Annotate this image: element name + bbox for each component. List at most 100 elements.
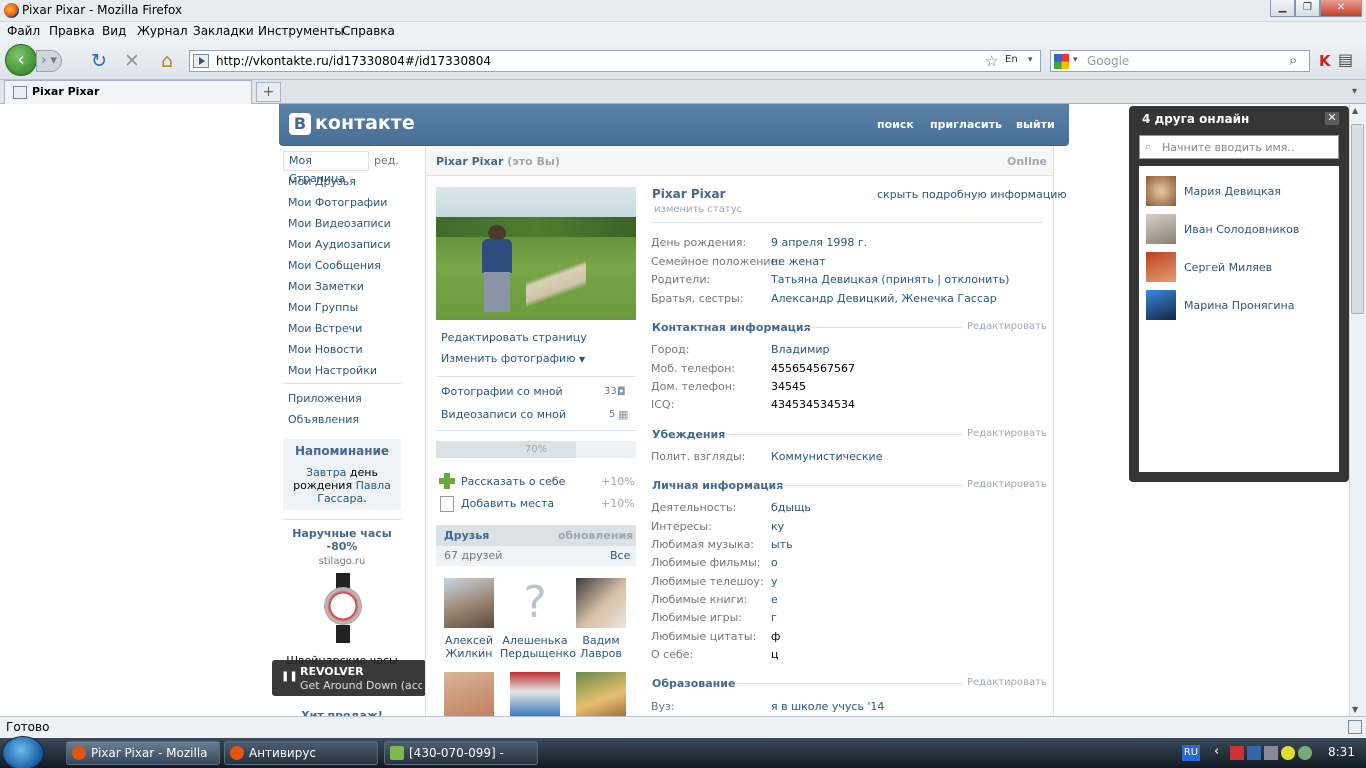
beliefs-edit-link[interactable]: Редактировать — [967, 428, 1047, 439]
url-dropdown-icon[interactable]: ▾ — [1028, 55, 1033, 65]
sidebar-item-photos[interactable]: Мои Фотографии — [283, 196, 387, 209]
sidebar-item-news[interactable]: Мои Новости — [283, 343, 363, 356]
sidebar-my-page[interactable]: Моя Страница — [283, 151, 369, 185]
vk-logo-text[interactable]: контакте — [315, 112, 415, 134]
logout-link[interactable]: выйти — [1016, 118, 1055, 131]
music-value[interactable]: ыть — [771, 538, 793, 551]
friend-avatar[interactable] — [510, 672, 560, 716]
close-icon[interactable]: ✕ — [1325, 112, 1339, 125]
online-friend-name[interactable]: Мария Девицкая — [1184, 185, 1281, 198]
sidebar-item-groups[interactable]: Мои Группы — [283, 301, 358, 314]
friend-avatar[interactable] — [1146, 252, 1176, 282]
contact-edit-link[interactable]: Редактировать — [967, 321, 1047, 332]
search-box[interactable]: ▾ Google ⌕ — [1050, 50, 1310, 72]
friend-avatar[interactable] — [1146, 214, 1176, 244]
activity-value[interactable]: бдыщь — [771, 501, 811, 514]
sidebar-item-settings[interactable]: Мои Настройки — [283, 364, 377, 377]
search-link[interactable]: поиск — [877, 118, 914, 131]
reminder-person-link[interactable]: Павла — [356, 479, 391, 492]
taskbar-item-window[interactable]: [430-070-099] - Окн... — [384, 741, 538, 765]
minimize-button[interactable]: ▁ — [1270, 0, 1295, 17]
menu-file[interactable]: Файл — [7, 24, 40, 38]
audio-player[interactable]: ❚❚ REVOLVER Get Around Down (aco... — [272, 660, 426, 696]
reminder-person-link-2[interactable]: Гассара — [317, 492, 363, 505]
taskbar-item-firefox[interactable]: Pixar Pixar - Mozilla Fi... — [66, 741, 220, 765]
maximize-button[interactable]: ❐ — [1295, 0, 1320, 17]
education-edit-link[interactable]: Редактировать — [967, 677, 1047, 688]
addon-status-icon[interactable] — [1348, 720, 1362, 734]
university-value[interactable]: я в школе учусь '14 — [771, 700, 884, 713]
sidebar-item-notes[interactable]: Мои Заметки — [283, 280, 364, 293]
ad-title[interactable]: Наручные часы -80% — [283, 527, 401, 553]
tray-icon[interactable] — [1247, 746, 1261, 760]
menu-edit[interactable]: Правка — [49, 24, 95, 38]
friend-avatar[interactable] — [1146, 290, 1176, 320]
friend-avatar[interactable] — [444, 578, 494, 628]
tell-about-link[interactable]: Рассказать о себе — [461, 475, 565, 488]
sidebar-item-audio[interactable]: Мои Аудиозаписи — [283, 238, 391, 251]
videos-with-me-link[interactable]: Видеозаписи со мной — [441, 408, 566, 421]
sidebar-item-apps[interactable]: Приложения — [283, 392, 362, 405]
parent-accept-decline[interactable]: (принять | отклонить) — [878, 273, 1009, 286]
online-friend-name[interactable]: Сергей Миляев — [1184, 261, 1272, 274]
friend-avatar[interactable] — [576, 672, 626, 716]
birthday-value[interactable]: 9 апреля 1998 г. — [771, 236, 867, 249]
movies-value[interactable]: о — [771, 556, 778, 569]
menu-bookmarks[interactable]: Закладки — [193, 24, 254, 38]
home-icon[interactable]: ⌂ — [156, 50, 178, 72]
friend-avatar[interactable] — [576, 578, 626, 628]
new-tab-button[interactable]: + — [256, 82, 281, 102]
language-indicator[interactable]: RU — [1182, 745, 1200, 761]
change-status-link[interactable]: изменить статус — [654, 204, 742, 215]
siblings-value[interactable]: Александр Девицкий, Женечка Гассар — [771, 292, 997, 305]
back-button[interactable]: ‹ — [5, 44, 37, 76]
sidebar-item-videos[interactable]: Мои Видеозаписи — [283, 217, 391, 230]
menu-history[interactable]: Журнал — [137, 24, 188, 38]
invite-link[interactable]: пригласить — [930, 118, 1002, 131]
parents-value[interactable]: Татьяна Девицкая (принять | отклонить) — [771, 273, 1009, 286]
interests-value[interactable]: ку — [771, 520, 784, 533]
addon-k-icon[interactable]: K — [1319, 52, 1331, 70]
political-views-value[interactable]: Коммунистические — [771, 450, 882, 463]
start-button[interactable] — [2, 736, 44, 768]
scroll-up-icon[interactable]: ▲ — [1352, 106, 1358, 115]
relationship-value[interactable]: не женат — [771, 255, 825, 268]
online-friend-name[interactable]: Марина Пронягина — [1184, 299, 1294, 312]
photos-with-me-link[interactable]: Фотографии со мной — [441, 385, 563, 398]
reload-icon[interactable]: ↻ — [88, 50, 110, 72]
friend-name-link[interactable]: Алексей Жилкин — [434, 634, 504, 660]
tab-pixar[interactable]: Pixar Pixar — [4, 80, 252, 104]
tray-icon[interactable] — [1230, 746, 1244, 760]
scrollbar-thumb[interactable] — [1351, 124, 1364, 314]
reminder-tomorrow-link[interactable]: Завтра — [306, 466, 346, 479]
addon-icon[interactable]: ▤ — [1338, 50, 1353, 69]
tray-icon[interactable] — [1281, 746, 1295, 760]
sidebar-item-friends[interactable]: Мои Друзья — [283, 175, 356, 188]
search-icon[interactable]: ⌕ — [1289, 51, 1297, 69]
close-window-button[interactable]: ✕ — [1320, 0, 1362, 17]
menu-help[interactable]: Справка — [342, 24, 395, 38]
search-engine-dropdown-icon[interactable]: ▾ — [1073, 55, 1078, 65]
tray-icon[interactable] — [1298, 746, 1312, 760]
menu-view[interactable]: Вид — [102, 24, 126, 38]
ad2-title[interactable]: Хит продаж! — [283, 709, 401, 716]
scroll-down-icon[interactable]: ▼ — [1352, 705, 1358, 714]
sidebar-item-ads[interactable]: Объявления — [283, 413, 359, 426]
sidebar-item-messages[interactable]: Мои Сообщения — [283, 259, 381, 272]
bookmark-star-icon[interactable]: ☆ — [985, 52, 998, 70]
menu-tools[interactable]: Инструменты — [258, 24, 344, 38]
clock[interactable]: 8:31 — [1328, 745, 1355, 759]
vk-logo-icon[interactable]: B — [289, 113, 311, 135]
online-friend-name[interactable]: Иван Солодовников — [1184, 223, 1299, 236]
tray-expand-icon[interactable]: ‹ — [1214, 744, 1219, 759]
friend-name-link[interactable]: Вадим Лавров — [566, 634, 636, 660]
language-icon[interactable]: En — [1005, 54, 1018, 65]
friend-avatar[interactable] — [1146, 176, 1176, 206]
friends-title[interactable]: Друзья — [444, 529, 489, 542]
url-bar[interactable]: http://vkontakte.ru/id17330804#/id173308… — [189, 50, 1041, 72]
google-icon[interactable] — [1054, 54, 1069, 69]
personal-edit-link[interactable]: Редактировать — [967, 479, 1047, 490]
books-value[interactable]: е — [771, 593, 778, 606]
friend-search-input[interactable]: ⌕ Начните вводить имя.. — [1139, 135, 1339, 159]
stop-icon[interactable]: ✕ — [121, 50, 143, 72]
